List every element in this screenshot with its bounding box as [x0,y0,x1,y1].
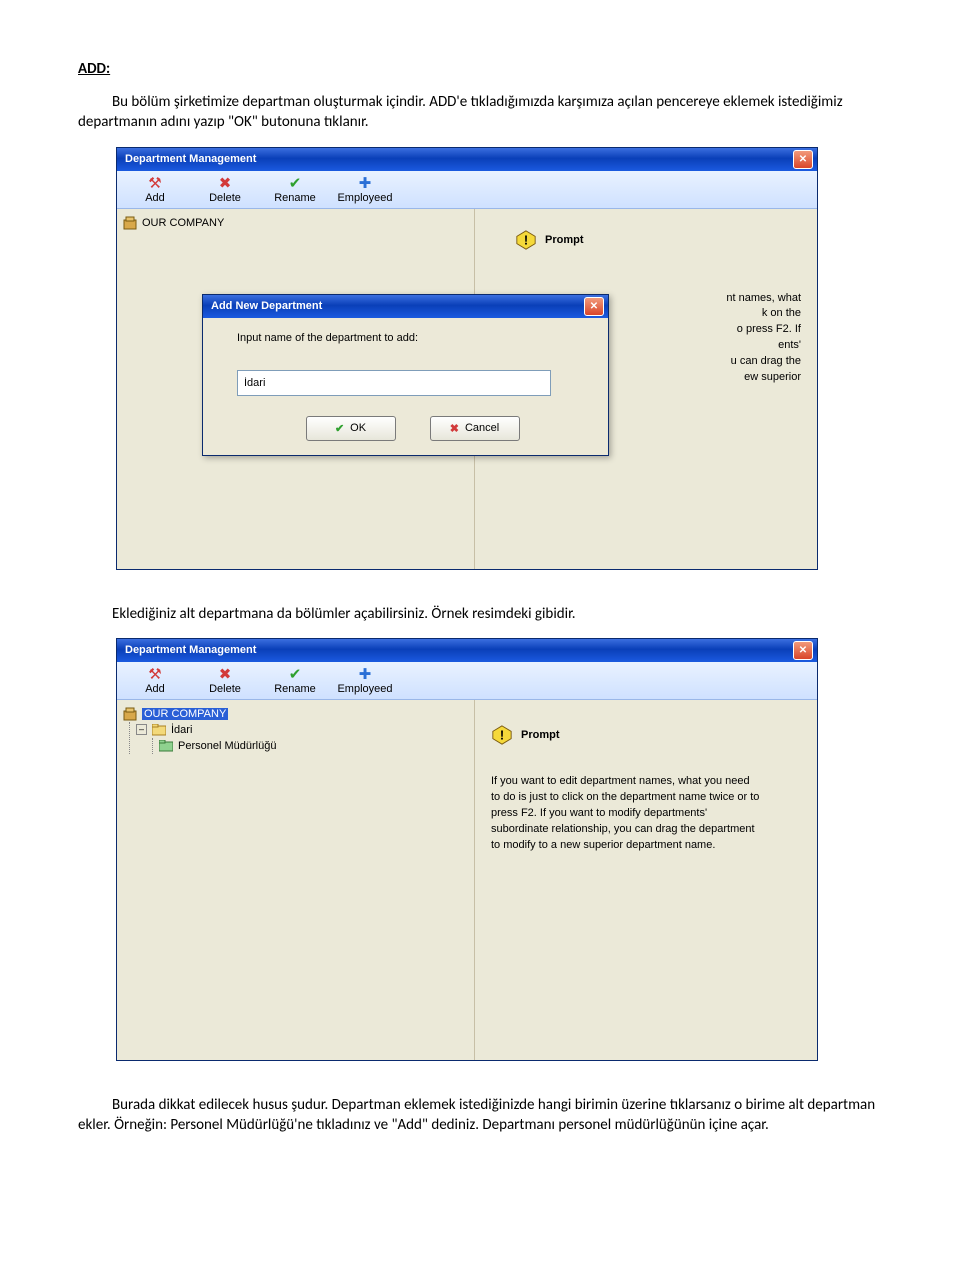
tree-root-label: OUR COMPANY [142,708,228,720]
dept-name-input[interactable] [237,370,551,396]
section-heading: ADD: [78,60,882,78]
dept-mgmt-window: Department Management ✕ ⚒ Add ✖ Delete ✔… [116,147,818,570]
toolbar-delete[interactable]: ✖ Delete [190,173,260,206]
svg-text:!: ! [500,727,504,742]
rename-icon: ✔ [260,666,330,683]
ok-button[interactable]: ✔ OK [306,416,396,441]
toolbar-add[interactable]: ⚒ Add [120,173,190,206]
window-title: Department Management [125,153,256,165]
dept-mgmt-window-2: Department Management ✕ ⚒ Add ✖ Delete ✔… [116,638,818,1061]
company-icon [123,216,137,230]
tree-pane[interactable]: OUR COMPANY ‒ İdari [117,700,475,1060]
tree-item-idari[interactable]: ‒ İdari [136,722,468,738]
paragraph-2: Eklediğiniz alt departmana da bölümler a… [78,604,882,624]
employeed-icon: ✚ [330,175,400,192]
toolbar-rename[interactable]: ✔ Rename [260,664,330,697]
collapse-icon[interactable]: ‒ [136,724,147,735]
paragraph-1: Bu bölüm şirketimize departman oluşturma… [78,92,882,133]
prompt-icon: ! [515,229,537,251]
right-pane: ! Prompt If you want to edit department … [475,700,817,1060]
tree-item-label: İdari [171,724,192,736]
tree-item-personel[interactable]: Personel Müdürlüğü [159,738,468,754]
add-icon: ⚒ [120,175,190,192]
close-icon[interactable]: ✕ [793,150,813,169]
prompt-title: Prompt [545,234,584,246]
rename-icon: ✔ [260,175,330,192]
toolbar: ⚒ Add ✖ Delete ✔ Rename ✚ Employeed [117,171,817,209]
toolbar-employeed-label: Employeed [330,192,400,204]
toolbar-employeed-label: Employeed [330,683,400,695]
close-icon[interactable]: ✕ [584,297,604,316]
cross-icon: ✖ [450,422,459,435]
toolbar-employeed[interactable]: ✚ Employeed [330,173,400,206]
employeed-icon: ✚ [330,666,400,683]
add-dept-dialog: Add New Department ✕ Input name of the d… [202,294,609,456]
check-icon: ✔ [335,422,344,435]
company-icon [123,707,137,721]
toolbar-delete-label: Delete [190,192,260,204]
prompt-title: Prompt [521,729,560,741]
tree-item-label: Personel Müdürlüğü [178,740,276,752]
ok-label: OK [350,422,366,434]
tree-root-label: OUR COMPANY [142,217,224,229]
close-icon[interactable]: ✕ [793,641,813,660]
toolbar-add[interactable]: ⚒ Add [120,664,190,697]
window-title: Department Management [125,644,256,656]
delete-icon: ✖ [190,666,260,683]
folder-icon [159,739,173,753]
cancel-label: Cancel [465,422,499,434]
dialog-label: Input name of the department to add: [237,332,588,344]
add-icon: ⚒ [120,666,190,683]
prompt-icon: ! [491,724,513,746]
tree-root[interactable]: OUR COMPANY [123,706,468,722]
toolbar-rename-label: Rename [260,683,330,695]
toolbar-add-label: Add [120,192,190,204]
svg-text:!: ! [524,232,528,247]
toolbar: ⚒ Add ✖ Delete ✔ Rename ✚ Employeed [117,662,817,700]
toolbar-delete-label: Delete [190,683,260,695]
toolbar-employeed[interactable]: ✚ Employeed [330,664,400,697]
toolbar-rename[interactable]: ✔ Rename [260,173,330,206]
toolbar-rename-label: Rename [260,192,330,204]
folder-icon [152,723,166,737]
paragraph-3: Burada dikkat edilecek husus şudur. Depa… [78,1095,882,1136]
prompt-text: If you want to edit department names, wh… [491,774,761,854]
tree-root[interactable]: OUR COMPANY [123,215,468,231]
delete-icon: ✖ [190,175,260,192]
toolbar-delete[interactable]: ✖ Delete [190,664,260,697]
toolbar-add-label: Add [120,683,190,695]
cancel-button[interactable]: ✖ Cancel [430,416,520,441]
dialog-title: Add New Department [211,300,322,312]
